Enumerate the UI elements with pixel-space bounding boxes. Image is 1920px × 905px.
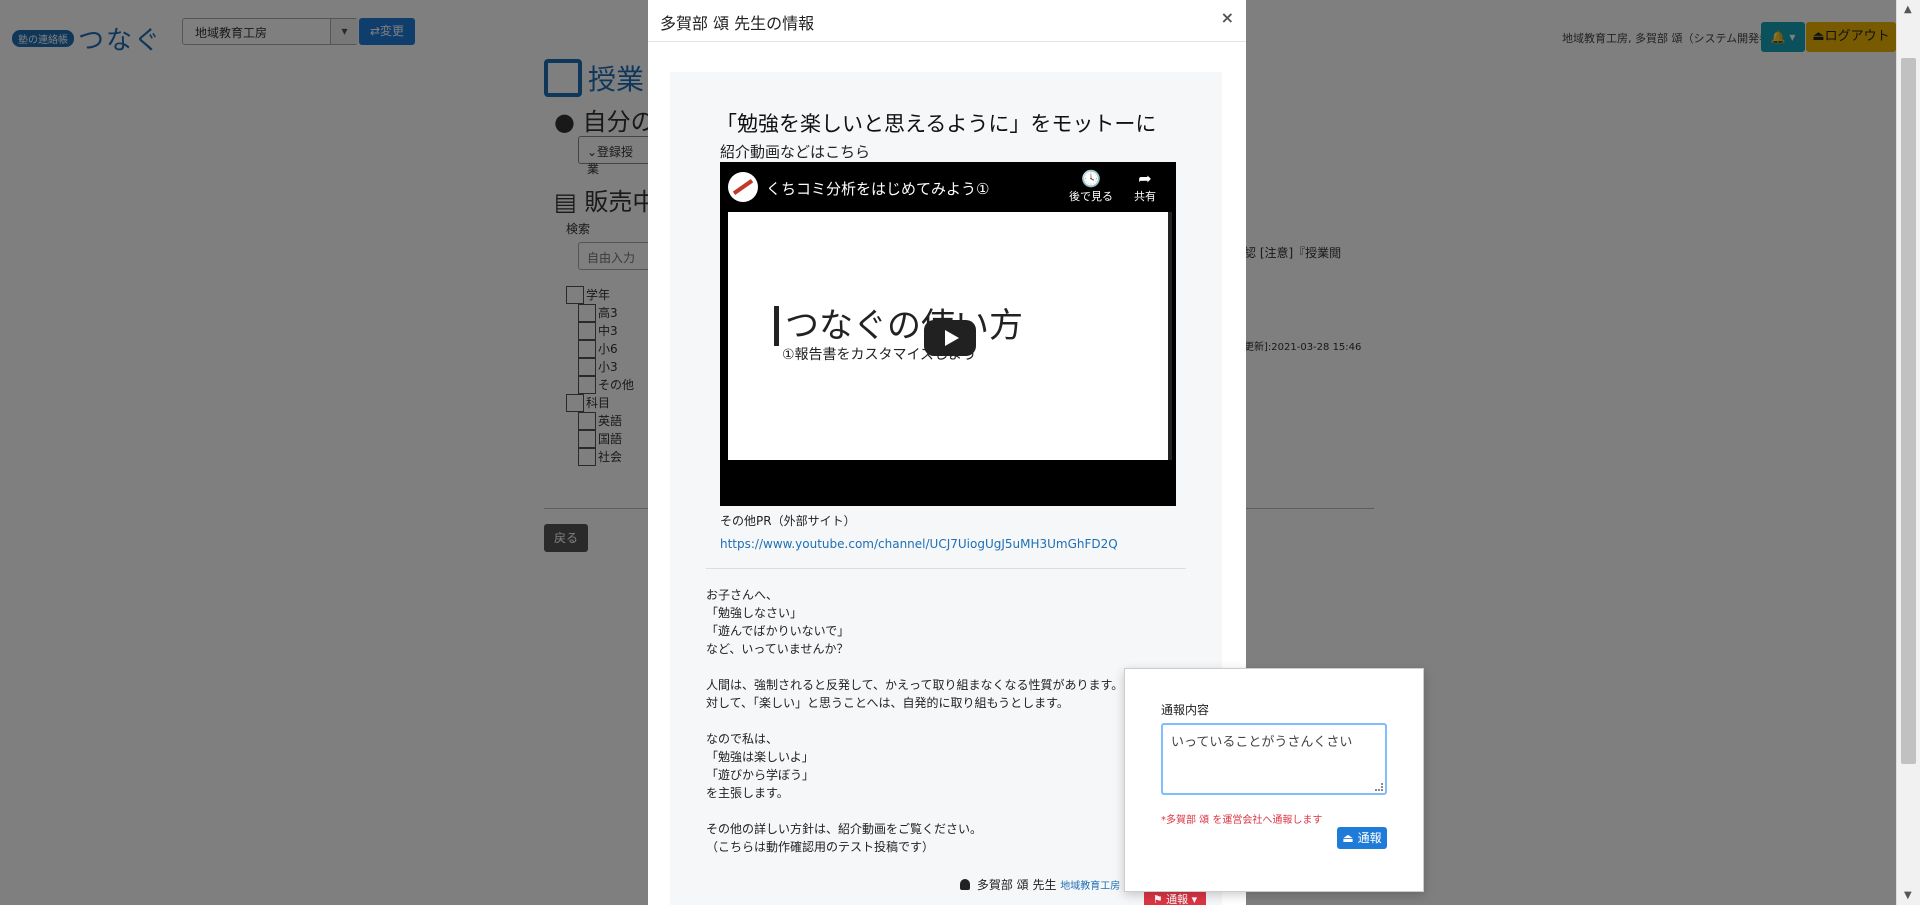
clock-icon: 🕓 [1081, 169, 1101, 188]
scrollbar-thumb[interactable] [1901, 58, 1916, 764]
report-popover: 通報内容 いっていることがうさんくさい *多賀部 頌 を運営会社へ通報します ⏏… [1124, 668, 1424, 892]
scroll-down-icon[interactable]: ▼ [1904, 890, 1912, 901]
report-submit-button[interactable]: ⏏ 通報 [1337, 827, 1387, 849]
share-icon: ➦ [1138, 169, 1152, 188]
report-content-label: 通報内容 [1161, 703, 1210, 717]
report-content-textarea[interactable]: いっていることがうさんくさい [1161, 723, 1387, 795]
intro-video-label: 紹介動画などはこちら [720, 143, 871, 161]
page-scrollbar[interactable]: ▲ ▼ [1896, 0, 1920, 905]
youtube-embed[interactable]: くちコミ分析をはじめてみよう① 🕓 後で見る ➦ 共有 つなぐの使い方 ①報告書… [720, 162, 1176, 506]
share-button[interactable]: ➦ 共有 [1118, 170, 1172, 204]
author-org-link[interactable]: 地域教育工房 [1060, 881, 1120, 892]
user-icon [960, 879, 970, 890]
divider [706, 568, 1186, 569]
modal-header: 多賀部 頌 先生の情報 × [648, 0, 1246, 42]
report-warning: *多賀部 頌 を運営会社へ通報します [1161, 815, 1323, 826]
motto-heading: 「勉強を楽しいと思えるように」をモットーに [716, 112, 1157, 136]
resize-handle-icon[interactable] [1375, 783, 1383, 791]
thumbnail-headline: つなぐの使い方 [774, 306, 1023, 346]
close-icon[interactable]: × [1221, 8, 1234, 27]
pr-label: その他PR（外部サイト） [720, 514, 856, 528]
video-thumbnail[interactable]: つなぐの使い方 ①報告書をカスタマイズしよう [728, 212, 1168, 460]
pr-line: その他PR（外部サイト） https://www.youtube.com/cha… [720, 510, 1118, 556]
report-dropdown-button[interactable]: ⚑ 通報 ▾ [1144, 890, 1206, 905]
author-line: 多賀部 頌 先生 地域教育工房 所 [960, 876, 1136, 893]
watch-later-button[interactable]: 🕓 後で見る [1064, 170, 1118, 204]
channel-avatar[interactable] [728, 172, 758, 202]
share-label: 共有 [1134, 190, 1156, 203]
scroll-up-icon[interactable]: ▲ [1904, 4, 1912, 15]
teacher-message: お子さんへ、 「勉強しなさい」 「遊んでばかりいないで」 など、いっていませんか… [706, 588, 1124, 854]
video-title[interactable]: くちコミ分析をはじめてみよう① [766, 178, 989, 199]
play-icon[interactable] [924, 320, 976, 356]
thumbnail-edge [1168, 212, 1172, 460]
report-content-value: いっていることがうさんくさい [1171, 735, 1353, 750]
modal-title: 多賀部 頌 先生の情報 [660, 14, 815, 33]
watch-later-label: 後で見る [1069, 190, 1113, 203]
pr-link[interactable]: https://www.youtube.com/channel/UCJ7Uiog… [720, 537, 1118, 551]
author-name: 多賀部 頌 先生 [976, 878, 1057, 892]
